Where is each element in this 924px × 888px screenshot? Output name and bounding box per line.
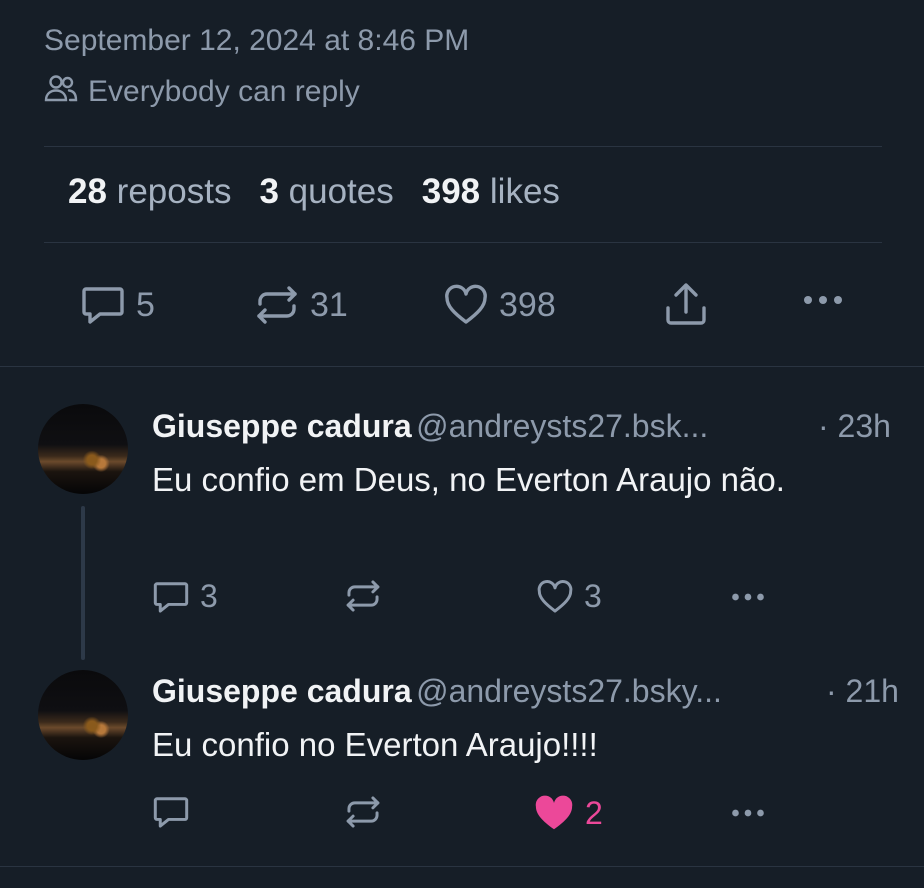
reply-text: Eu confio no Everton Araujo!!!! — [152, 726, 598, 763]
more-options-button[interactable] — [728, 808, 768, 818]
heart-icon — [443, 284, 489, 326]
avatar[interactable] — [38, 670, 128, 760]
post-stats: 28 reposts 3 quotes 398 likes — [68, 172, 560, 212]
reply-setting: Everybody can reply — [44, 74, 360, 110]
reposts-stat[interactable]: 28 reposts — [68, 172, 231, 212]
author-name[interactable]: Giuseppe cadura — [152, 408, 412, 444]
share-icon — [664, 282, 708, 328]
more-icon — [802, 294, 844, 306]
more-icon — [728, 808, 768, 818]
quotes-count: 3 — [259, 172, 279, 211]
repost-icon — [344, 578, 382, 614]
reply-header: Giuseppe cadura @andreysts27.bsky... — [152, 673, 912, 710]
post-action-bar: 5 31 398 — [0, 276, 924, 334]
likes-stat[interactable]: 398 likes — [422, 172, 560, 212]
divider — [44, 242, 882, 243]
post-timestamp: September 12, 2024 at 8:46 PM — [44, 24, 470, 57]
repost-count: 31 — [310, 285, 348, 324]
reply-button[interactable]: 5 — [80, 284, 155, 326]
likes-count: 398 — [421, 172, 481, 211]
like-count: 2 — [585, 794, 603, 831]
like-button[interactable]: 398 — [443, 284, 556, 326]
reply-text: Eu confio em Deus, no Everton Araujo não… — [152, 461, 785, 498]
like-count: 398 — [499, 285, 556, 324]
quotes-label: quotes — [288, 172, 394, 211]
people-icon — [44, 73, 78, 111]
reply-icon — [152, 794, 190, 830]
repost-icon — [344, 794, 382, 830]
reposts-label: reposts — [116, 172, 232, 211]
reply-count: 5 — [136, 285, 155, 324]
repost-icon — [254, 284, 300, 326]
more-options-button[interactable] — [728, 592, 768, 602]
likes-label: likes — [489, 172, 560, 211]
divider — [0, 366, 924, 367]
like-button[interactable]: 2 — [533, 794, 603, 832]
author-name[interactable]: Giuseppe cadura — [152, 673, 412, 709]
heart-icon — [536, 579, 574, 615]
share-button[interactable] — [664, 282, 708, 328]
reply-button[interactable]: 3 — [152, 578, 218, 615]
heart-filled-icon — [533, 794, 575, 832]
quotes-stat[interactable]: 3 quotes — [259, 172, 393, 212]
post-time: · 23h — [818, 408, 891, 444]
post-time: · 21h — [826, 673, 899, 709]
repost-button[interactable]: 31 — [254, 284, 348, 326]
like-button[interactable]: 3 — [536, 578, 602, 615]
divider — [44, 146, 882, 147]
reply-setting-label: Everybody can reply — [88, 75, 360, 108]
reply-header: Giuseppe cadura @andreysts27.bsk... — [152, 408, 912, 445]
like-count: 3 — [584, 578, 602, 614]
divider — [0, 866, 924, 867]
reply-count: 3 — [200, 578, 218, 614]
more-icon — [728, 592, 768, 602]
repost-button[interactable] — [344, 578, 392, 614]
thread-line — [81, 506, 85, 660]
reply-icon — [80, 284, 126, 326]
reply-icon — [152, 579, 190, 615]
author-handle[interactable]: @andreysts27.bsk... — [416, 408, 708, 444]
avatar[interactable] — [38, 404, 128, 494]
author-handle[interactable]: @andreysts27.bsky... — [416, 673, 722, 709]
repost-button[interactable] — [344, 794, 392, 830]
reply-button[interactable] — [152, 794, 200, 830]
reposts-count: 28 — [68, 172, 107, 211]
more-options-button[interactable] — [802, 294, 844, 306]
